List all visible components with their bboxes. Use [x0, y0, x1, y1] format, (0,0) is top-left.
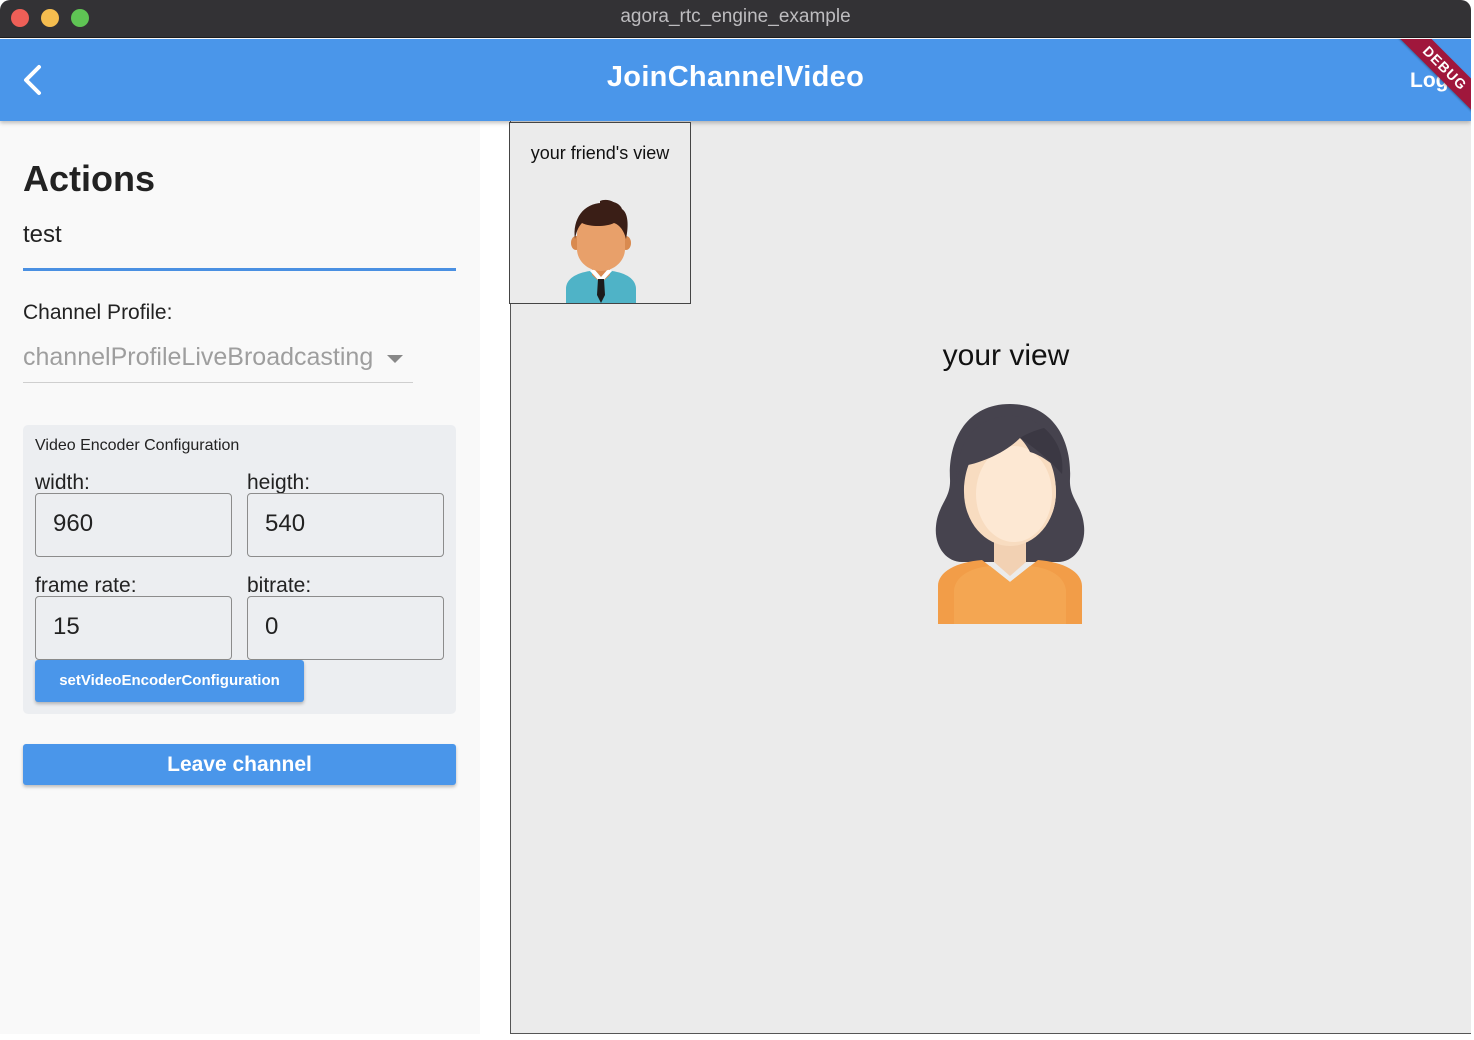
- app-bar: JoinChannelVideo Log DEBUG: [0, 39, 1471, 121]
- bitrate-label: bitrate:: [247, 574, 312, 597]
- frame-rate-input[interactable]: 15: [35, 596, 232, 660]
- dropdown-arrow-icon: [387, 355, 403, 363]
- channel-profile-value: channelProfileLiveBroadcasting: [23, 343, 374, 371]
- channel-id-input[interactable]: test: [23, 219, 456, 271]
- app-window: agora_rtc_engine_example JoinChannelVide…: [0, 0, 1471, 1034]
- frame-rate-label: frame rate:: [35, 574, 137, 597]
- height-label: heigth:: [247, 471, 311, 494]
- actions-panel: Actions test Channel Profile: channelPro…: [0, 121, 480, 1034]
- bitrate-input[interactable]: 0: [247, 596, 444, 660]
- page-title: JoinChannelVideo: [606, 61, 865, 93]
- your-view-label: your view: [942, 339, 1070, 372]
- female-avatar-icon: [935, 404, 1085, 624]
- set-video-encoder-config-button[interactable]: setVideoEncoderConfiguration: [35, 660, 304, 702]
- channel-profile-dropdown[interactable]: channelProfileLiveBroadcasting: [23, 343, 413, 383]
- male-avatar-icon: [566, 199, 636, 303]
- remote-video-view: your friend's view: [509, 122, 691, 304]
- leave-channel-button[interactable]: Leave channel: [23, 744, 456, 785]
- window-titlebar: agora_rtc_engine_example: [0, 0, 1471, 38]
- height-input[interactable]: 540: [247, 493, 444, 557]
- actions-heading: Actions: [23, 158, 156, 199]
- width-input[interactable]: 960: [35, 493, 232, 557]
- friend-view-label: your friend's view: [530, 143, 670, 163]
- encoder-config-title: Video Encoder Configuration: [35, 437, 240, 454]
- width-label: width:: [35, 471, 90, 494]
- channel-profile-label: Channel Profile:: [23, 301, 173, 324]
- window-title: agora_rtc_engine_example: [620, 6, 851, 27]
- video-encoder-config-card: Video Encoder Configuration width: 960 h…: [23, 425, 456, 714]
